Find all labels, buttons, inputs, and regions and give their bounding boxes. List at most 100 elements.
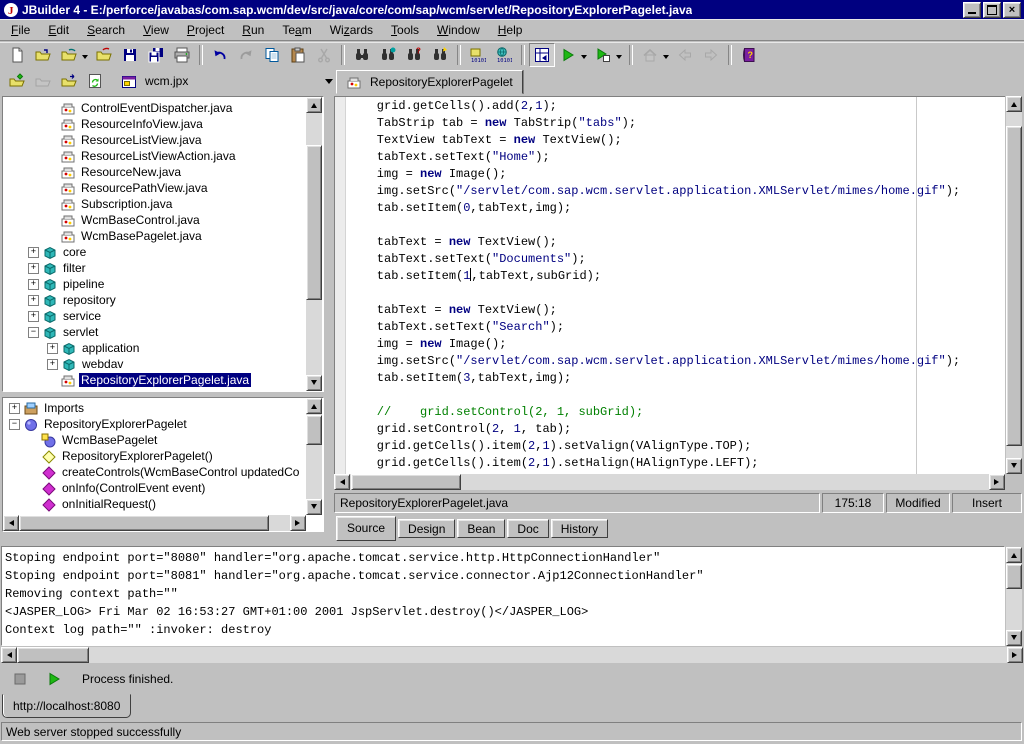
scroll-thumb[interactable]: [306, 145, 322, 300]
new-file-button[interactable]: [4, 43, 30, 67]
tree-expander[interactable]: −: [9, 419, 20, 430]
scroll-left-button[interactable]: [334, 474, 350, 490]
view-tab-source[interactable]: Source: [336, 516, 396, 541]
find-in-path-button[interactable]: [427, 43, 453, 67]
scroll-down-button[interactable]: [306, 375, 322, 391]
add-to-project-button[interactable]: [4, 69, 30, 93]
undo-button[interactable]: [207, 43, 233, 67]
scroll-thumb[interactable]: [17, 647, 89, 663]
chevron-down-icon[interactable]: [325, 79, 333, 88]
copy-button[interactable]: [259, 43, 285, 67]
scroll-right-button[interactable]: [1007, 647, 1023, 663]
search-again-button[interactable]: ?: [401, 43, 427, 67]
tree-expander[interactable]: +: [47, 359, 58, 370]
help-button[interactable]: ?: [736, 43, 762, 67]
structure-tree-item[interactable]: WcmBasePagelet: [3, 432, 323, 448]
tree-expander[interactable]: +: [28, 279, 39, 290]
rebuild-project-button[interactable]: 10101: [491, 43, 517, 67]
structure-pane-hscrollbar[interactable]: [3, 515, 306, 531]
structure-tree-item[interactable]: onInfo(ControlEvent event): [3, 480, 323, 496]
tree-expander[interactable]: +: [28, 295, 39, 306]
menu-wizards[interactable]: Wizards: [321, 20, 382, 40]
run-tab-localhost[interactable]: http://localhost:8080: [2, 694, 131, 718]
tree-expander[interactable]: −: [28, 327, 39, 338]
find-button[interactable]: [349, 43, 375, 67]
scroll-up-button[interactable]: [1006, 96, 1022, 112]
console-hscrollbar[interactable]: [1, 647, 1023, 663]
open-file-button[interactable]: [30, 43, 56, 67]
scroll-down-button[interactable]: [1006, 458, 1022, 474]
view-toggle-button[interactable]: [529, 43, 555, 67]
tree-expander[interactable]: +: [28, 247, 39, 258]
open-url-dropdown-icon[interactable]: [82, 55, 88, 62]
scroll-left-button[interactable]: [1, 647, 17, 663]
open-url-button[interactable]: [56, 43, 82, 67]
tree-expander[interactable]: +: [47, 343, 58, 354]
tree-expander[interactable]: +: [28, 311, 39, 322]
print-button[interactable]: [169, 43, 195, 67]
editor-scrollbar[interactable]: [1006, 96, 1022, 474]
debug-button[interactable]: [590, 43, 616, 67]
refresh-project-button[interactable]: [82, 69, 108, 93]
save-all-button[interactable]: [143, 43, 169, 67]
structure-tree-item[interactable]: createControls(WcmBaseControl updatedCo: [3, 464, 323, 480]
paste-button[interactable]: [285, 43, 311, 67]
structure-tree-item[interactable]: +Imports: [3, 400, 323, 416]
project-tree-item[interactable]: ResourceListView.java: [3, 132, 323, 148]
maximize-button[interactable]: [983, 2, 1001, 18]
close-button[interactable]: ×: [1003, 2, 1021, 18]
structure-tree-item[interactable]: −RepositoryExplorerPagelet: [3, 416, 323, 432]
menu-edit[interactable]: Edit: [39, 20, 78, 40]
make-project-button[interactable]: 10101: [465, 43, 491, 67]
project-tree-item[interactable]: WcmBasePagelet.java: [3, 228, 323, 244]
minimize-button[interactable]: [963, 2, 981, 18]
view-tab-design[interactable]: Design: [398, 519, 455, 538]
menu-search[interactable]: Search: [78, 20, 134, 40]
project-tree-item[interactable]: ResourceInfoView.java: [3, 116, 323, 132]
close-project-button[interactable]: [56, 69, 82, 93]
run-dropdown-icon[interactable]: [581, 55, 587, 62]
scroll-down-button[interactable]: [1006, 630, 1022, 646]
debug-dropdown-icon[interactable]: [616, 55, 622, 62]
project-tree-item[interactable]: ResourcePathView.java: [3, 180, 323, 196]
stop-process-button[interactable]: [10, 669, 30, 689]
scroll-thumb[interactable]: [1006, 564, 1022, 589]
run-button[interactable]: [555, 43, 581, 67]
run-process-button[interactable]: [44, 669, 64, 689]
menu-window[interactable]: Window: [428, 20, 489, 40]
scroll-down-button[interactable]: [306, 499, 322, 515]
project-tree-item[interactable]: +repository: [3, 292, 323, 308]
code-editor[interactable]: grid.getCells().add(2,1); TabStrip tab =…: [334, 96, 1005, 474]
editor-hscrollbar[interactable]: [334, 474, 1005, 490]
project-tree-item[interactable]: +application: [3, 340, 323, 356]
project-selector[interactable]: wcm.jpx: [118, 70, 336, 92]
project-tree-item[interactable]: ResourceNew.java: [3, 164, 323, 180]
structure-tree-item[interactable]: onInitialRequest(): [3, 496, 323, 512]
tree-expander[interactable]: +: [9, 403, 20, 414]
project-tree-item[interactable]: +core: [3, 244, 323, 260]
project-tree-item[interactable]: +service: [3, 308, 323, 324]
menu-project[interactable]: Project: [178, 20, 233, 40]
scroll-thumb[interactable]: [306, 415, 322, 445]
project-tree-scrollbar[interactable]: [306, 97, 322, 391]
scroll-thumb[interactable]: [19, 515, 269, 531]
structure-pane-scrollbar[interactable]: [306, 398, 322, 515]
scroll-right-button[interactable]: [290, 515, 306, 531]
project-tree-item[interactable]: ControlEventDispatcher.java: [3, 100, 323, 116]
project-tree-item[interactable]: Subscription.java: [3, 196, 323, 212]
find-replace-button[interactable]: [375, 43, 401, 67]
structure-tree-item[interactable]: onNewFolder(ControlEvent event): [3, 512, 323, 514]
close-file-button[interactable]: [91, 43, 117, 67]
scroll-right-button[interactable]: [989, 474, 1005, 490]
project-tree-item[interactable]: +pipeline: [3, 276, 323, 292]
content-tab-repository-explorer-pagelet[interactable]: RepositoryExplorerPagelet: [336, 70, 523, 94]
scroll-thumb[interactable]: [1006, 126, 1022, 446]
view-tab-doc[interactable]: Doc: [507, 519, 548, 538]
structure-tree-item[interactable]: RepositoryExplorerPagelet(): [3, 448, 323, 464]
menu-team[interactable]: Team: [273, 20, 320, 40]
main-vertical-splitter[interactable]: [324, 94, 334, 546]
menu-help[interactable]: Help: [489, 20, 532, 40]
console-output[interactable]: Stoping endpoint port="8080" handler="or…: [1, 546, 1005, 646]
project-tree-item[interactable]: WcmBaseControl.java: [3, 212, 323, 228]
save-file-button[interactable]: [117, 43, 143, 67]
